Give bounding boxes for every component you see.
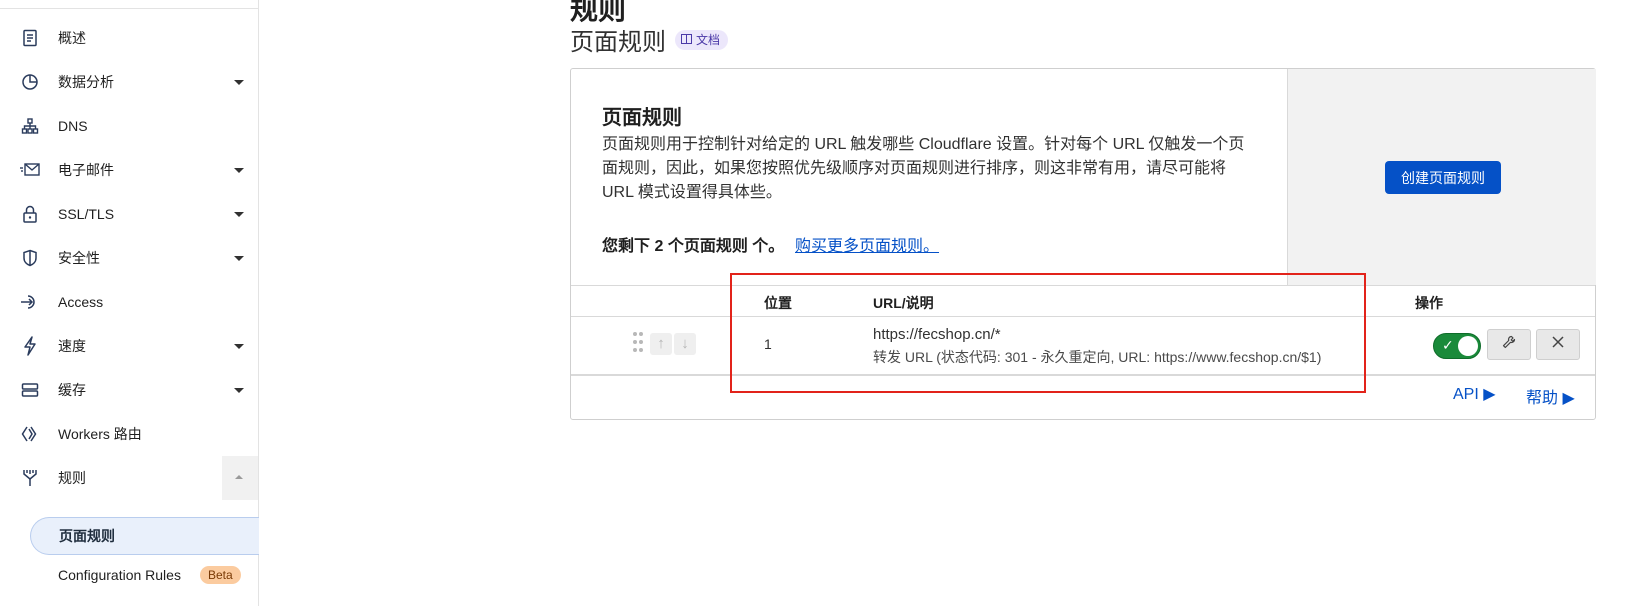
sidebar-divider xyxy=(0,8,258,9)
page-subtitle: 页面规则 xyxy=(570,29,666,56)
sidebar-item-label: 数据分析 xyxy=(58,74,114,90)
sidebar-item-label: Workers 路由 xyxy=(58,426,142,442)
checkmark-icon: ✓ xyxy=(1442,337,1454,353)
card-description: 页面规则用于控制针对给定的 URL 触发哪些 Cloudflare 设置。针对每… xyxy=(602,136,1245,201)
close-icon xyxy=(1551,335,1565,354)
chevron-up-icon xyxy=(235,475,243,479)
sidebar-subitem-page-rules[interactable]: 页面规则 xyxy=(30,517,259,555)
api-link[interactable]: API ▶ xyxy=(1453,384,1496,404)
sidebar-item-ssl-tls[interactable]: SSL/TLS xyxy=(0,192,258,236)
sidebar-item-rules[interactable]: 规则 xyxy=(0,456,258,500)
sidebar-item-speed[interactable]: 速度 xyxy=(0,324,258,368)
rule-enabled-toggle[interactable]: ✓ xyxy=(1433,333,1481,359)
sidebar-item-workers-routes[interactable]: Workers 路由 xyxy=(0,412,258,456)
docs-link[interactable]: 文档 xyxy=(675,30,729,50)
create-panel: 创建页面规则 xyxy=(1287,69,1596,285)
sidebar-subitem-label: 页面规则 xyxy=(59,528,115,544)
card-title: 页面规则 xyxy=(602,107,682,129)
book-icon xyxy=(681,30,692,50)
sidebar-item-label: DNS xyxy=(58,118,88,134)
chevron-down-icon xyxy=(234,211,244,217)
sidebar-item-label: 概述 xyxy=(58,30,86,46)
sidebar-item-dns[interactable]: DNS xyxy=(0,104,258,148)
sidebar-item-access[interactable]: Access xyxy=(0,280,258,324)
remaining-suffix: 个页面规则 个。 xyxy=(667,238,785,255)
remaining-rules-text: 您剩下 2 个页面规则 个。 xyxy=(602,232,784,256)
highlight-annotation-box xyxy=(730,273,1366,393)
move-down-button[interactable]: ↓ xyxy=(674,333,696,355)
workers-icon xyxy=(20,424,40,444)
edit-rule-button[interactable] xyxy=(1487,329,1531,360)
email-icon xyxy=(20,160,40,180)
access-icon xyxy=(20,292,40,312)
wrench-icon xyxy=(1502,335,1516,354)
sidebar-item-label: 缓存 xyxy=(58,382,86,398)
docs-label: 文档 xyxy=(696,33,721,47)
dns-icon xyxy=(20,116,40,136)
help-link[interactable]: 帮助 ▶ xyxy=(1526,384,1575,408)
sidebar-item-label: 安全性 xyxy=(58,250,100,266)
arrow-up-icon: ↑ xyxy=(657,335,665,352)
sidebar-subitem-configuration-rules[interactable]: Configuration Rules Beta xyxy=(30,557,258,593)
buy-more-rules-link[interactable]: 购买更多页面规则。 xyxy=(795,232,939,256)
remaining-count: 2 xyxy=(654,238,664,255)
lock-icon xyxy=(20,204,40,224)
remaining-prefix: 您剩下 xyxy=(602,238,651,255)
beta-badge: Beta xyxy=(200,566,241,584)
chevron-down-icon xyxy=(234,343,244,349)
arrow-down-icon: ↓ xyxy=(681,335,689,352)
sidebar-item-overview[interactable]: 概述 xyxy=(0,16,258,60)
sidebar-item-security[interactable]: 安全性 xyxy=(0,236,258,280)
rules-icon xyxy=(20,468,40,488)
drag-handle-icon[interactable] xyxy=(633,332,643,354)
chevron-down-icon xyxy=(234,255,244,261)
shield-icon xyxy=(20,248,40,268)
sidebar-subitem-label: Configuration Rules xyxy=(58,567,181,583)
chevron-down-icon xyxy=(234,79,244,85)
chevron-down-icon xyxy=(234,167,244,173)
analytics-icon xyxy=(20,72,40,92)
delete-rule-button[interactable] xyxy=(1536,329,1580,360)
create-page-rule-button[interactable]: 创建页面规则 xyxy=(1385,161,1501,194)
toggle-knob xyxy=(1458,336,1478,356)
chevron-down-icon xyxy=(234,387,244,393)
lightning-icon xyxy=(20,336,40,356)
sidebar: 概述 数据分析 DNS 电子邮件 SSL/TLS 安全性 Access 速度 缓… xyxy=(0,0,259,606)
document-icon xyxy=(20,28,40,48)
column-actions: 操作 xyxy=(1415,295,1443,311)
sidebar-item-cache[interactable]: 缓存 xyxy=(0,368,258,412)
sidebar-item-email[interactable]: 电子邮件 xyxy=(0,148,258,192)
sidebar-item-label: SSL/TLS xyxy=(58,206,115,222)
sidebar-item-label: 规则 xyxy=(58,470,86,486)
sidebar-item-analytics[interactable]: 数据分析 xyxy=(0,60,258,104)
sidebar-item-label: 速度 xyxy=(58,338,86,354)
move-up-button[interactable]: ↑ xyxy=(650,333,672,355)
sidebar-item-label: 电子邮件 xyxy=(58,162,114,178)
cache-icon xyxy=(20,380,40,400)
sidebar-item-label: Access xyxy=(58,294,104,310)
